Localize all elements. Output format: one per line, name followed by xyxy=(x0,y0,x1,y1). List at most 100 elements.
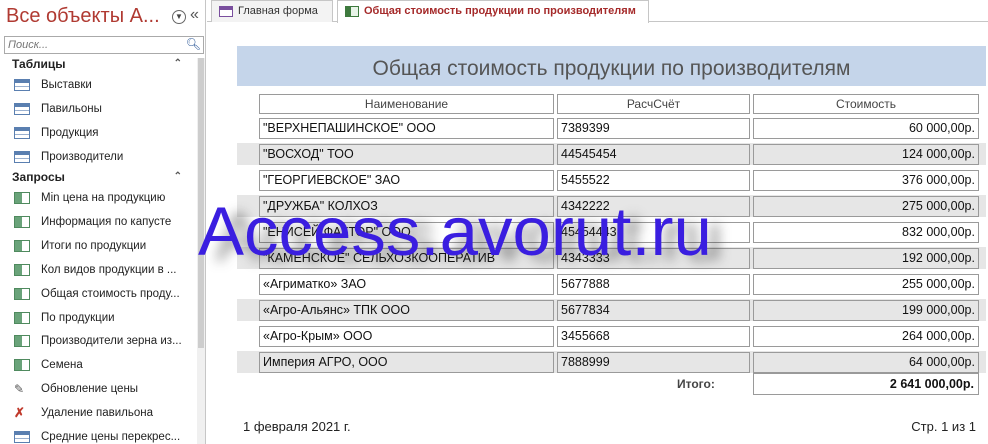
cell-cost: 832 000,00р. xyxy=(753,222,979,243)
cell-cost: 124 000,00р. xyxy=(753,144,979,165)
tab-label: Общая стоимость продукции по производите… xyxy=(364,5,636,17)
nav-item-label: Итоги по продукции xyxy=(41,239,147,252)
cell-name: Империя АГРО, ООО xyxy=(259,352,554,373)
cell-name: «Агро-Крым» ООО xyxy=(259,326,554,347)
tab-report-total-cost[interactable]: Общая стоимость продукции по производите… xyxy=(337,0,649,23)
column-header-name: Наименование xyxy=(259,94,554,114)
document-tabs: Главная форма Общая стоимость продукции … xyxy=(207,0,988,23)
chevron-up-icon[interactable]: ⌃ xyxy=(174,54,182,74)
query-icon xyxy=(14,192,30,204)
nav-item-label: Min цена на продукцию xyxy=(41,192,166,204)
query-icon xyxy=(14,335,30,348)
cell-account: 5677834 xyxy=(557,300,750,321)
footer-date: 1 февраля 2021 г. xyxy=(243,419,351,434)
query-icon xyxy=(14,287,30,300)
nav-item-label: Удаление павильона xyxy=(41,407,153,420)
cell-name: "ГЕОРГИЕВСКОЕ" ЗАО xyxy=(259,170,554,191)
search-input[interactable] xyxy=(5,37,181,53)
navigation-pane: Все объекты А... ▼ « 🔍︎ Таблицы ⌃ Выставки… xyxy=(0,0,206,444)
nav-group-label: Таблицы xyxy=(12,57,66,71)
table-icon xyxy=(14,79,30,91)
nav-item[interactable]: По продукции xyxy=(0,306,196,330)
tab-main-form[interactable]: Главная форма xyxy=(211,0,333,22)
cell-account: 5455522 xyxy=(557,170,750,191)
nav-item[interactable]: ✗ Удаление павильона xyxy=(0,401,196,425)
nav-item-label: Семена xyxy=(41,359,83,372)
delete-query-icon: ✗ xyxy=(14,405,25,421)
cell-name: "ВЕРХНЕПАШИНСКОЕ" ООО xyxy=(259,118,554,139)
column-header-account: РасчСчёт xyxy=(557,94,750,114)
nav-item-label: Павильоны xyxy=(41,102,102,115)
nav-group-header[interactable]: Таблицы ⌃ xyxy=(0,54,196,74)
watermark-text: Access.avorut.ru xyxy=(198,193,712,270)
nav-title[interactable]: Все объекты А... xyxy=(6,5,160,28)
crosstab-query-icon xyxy=(14,431,30,443)
search-box[interactable]: 🔍︎ xyxy=(4,36,204,54)
nav-item-label: Средние цены перекрес... xyxy=(41,431,181,443)
cell-account: 7888999 xyxy=(557,352,750,373)
nav-item[interactable]: Производители зерна из... xyxy=(0,329,196,353)
nav-item-label: Информация по капусте xyxy=(41,215,172,228)
cell-account: 5677888 xyxy=(557,274,750,295)
query-icon xyxy=(14,215,30,228)
table-icon xyxy=(14,102,30,115)
report-title: Общая стоимость продукции по производите… xyxy=(372,57,851,80)
nav-item[interactable]: Средние цены перекрес... xyxy=(0,425,196,444)
cell-cost: 192 000,00р. xyxy=(753,248,979,269)
cell-cost: 264 000,00р. xyxy=(753,326,979,347)
cell-cost: 64 000,00р. xyxy=(753,352,979,373)
cell-account: 44545454 xyxy=(557,144,750,165)
nav-group-label: Запросы xyxy=(12,170,65,184)
table-icon xyxy=(14,126,30,139)
nav-item[interactable]: Производители xyxy=(0,145,196,169)
query-icon xyxy=(14,239,30,252)
form-icon xyxy=(219,6,233,17)
update-query-icon: ✎ xyxy=(14,382,25,397)
nav-item-label: Кол видов продукции в ... xyxy=(41,263,177,276)
table-icon xyxy=(14,150,30,163)
total-value: 2 641 000,00р. xyxy=(753,373,979,395)
cell-cost: 60 000,00р. xyxy=(753,118,979,139)
query-icon xyxy=(14,311,30,324)
nav-item-label: Продукция xyxy=(41,126,99,139)
nav-item[interactable]: Семена xyxy=(0,353,196,377)
footer-page-number: Стр. 1 из 1 xyxy=(911,419,976,434)
nav-item-label: По продукции xyxy=(41,311,115,324)
cell-cost: 275 000,00р. xyxy=(753,196,979,217)
chevron-up-icon[interactable]: ⌃ xyxy=(174,167,182,187)
cell-name: «Агро-Альянс» ТПК ООО xyxy=(259,300,554,321)
report-icon xyxy=(345,6,359,17)
query-icon xyxy=(14,359,30,372)
cell-name: «Агриматко» ЗАО xyxy=(259,274,554,295)
nav-item[interactable]: Кол видов продукции в ... xyxy=(0,258,196,282)
cell-cost: 255 000,00р. xyxy=(753,274,979,295)
cell-account: 3455668 xyxy=(557,326,750,347)
cell-name: "ВОСХОД" ТОО xyxy=(259,144,554,165)
nav-item-label: Производители xyxy=(41,150,124,163)
cell-account: 7389399 xyxy=(557,118,750,139)
report-header-band: Общая стоимость продукции по производите… xyxy=(237,46,986,86)
query-icon xyxy=(14,263,30,276)
column-header-cost: Стоимость xyxy=(753,94,979,114)
search-icon[interactable]: 🔍︎ xyxy=(186,37,201,51)
nav-item[interactable]: ✎ Обновление цены xyxy=(0,377,196,401)
nav-item[interactable]: Итоги по продукции xyxy=(0,234,196,258)
collapse-pane-icon[interactable]: « xyxy=(190,6,199,24)
nav-item-label: Обновление цены xyxy=(41,383,139,396)
nav-item[interactable]: Информация по капусте xyxy=(0,210,196,234)
nav-item-label: Производители зерна из... xyxy=(41,335,182,348)
nav-item-label: Выставки xyxy=(41,79,92,91)
nav-item[interactable]: Общая стоимость проду... xyxy=(0,282,196,306)
nav-header[interactable]: Все объекты А... ▼ « xyxy=(0,0,206,36)
cell-cost: 376 000,00р. xyxy=(753,170,979,191)
total-label: Итого: xyxy=(677,377,715,391)
nav-item[interactable]: Продукция xyxy=(0,121,196,145)
nav-group-header[interactable]: Запросы ⌃ xyxy=(0,167,196,187)
nav-item[interactable]: Павильоны xyxy=(0,97,196,121)
nav-item[interactable]: Выставки xyxy=(0,73,196,97)
cell-cost: 199 000,00р. xyxy=(753,300,979,321)
nav-item[interactable]: Min цена на продукцию xyxy=(0,186,196,210)
tab-label: Главная форма xyxy=(238,5,318,17)
chevron-down-icon[interactable]: ▼ xyxy=(172,10,186,24)
nav-item-label: Общая стоимость проду... xyxy=(41,287,180,300)
